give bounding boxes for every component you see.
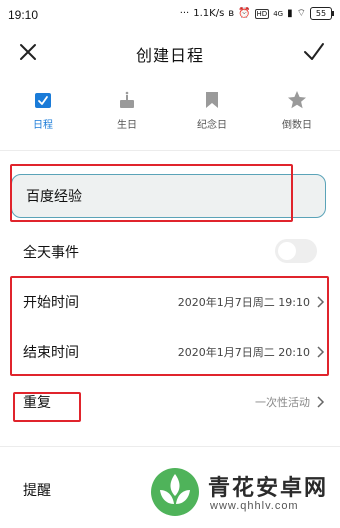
wifi-icon: ⌔	[296, 8, 306, 19]
bluetooth-icon: ʙ	[228, 8, 235, 19]
start-time-value: 2020年1月7日周二 19:10	[177, 296, 310, 309]
hd-icon: HD	[254, 8, 270, 19]
divider	[0, 446, 340, 447]
all-day-label: 全天事件	[23, 245, 79, 261]
tab-label: 倒数日	[282, 120, 312, 131]
divider	[0, 150, 340, 151]
network-speed: 1.1K/s	[193, 8, 225, 19]
tab-anniversary[interactable]: 纪念日	[172, 86, 252, 134]
watermark-name: 青花安卓网	[208, 476, 329, 501]
status-bar: 19:10 ··· 1.1K/s ʙ ⏰ HD 4G ▮ ⌔ 55	[0, 0, 340, 30]
page-title: 创建日程	[135, 46, 204, 65]
tab-birthday[interactable]: 生日	[87, 86, 167, 134]
reminder-label: 提醒	[23, 483, 51, 499]
all-day-toggle[interactable]	[275, 239, 317, 263]
start-time-row[interactable]: 开始时间 2020年1月7日周二 19:10	[0, 284, 340, 320]
signal-icon: ▮	[287, 8, 293, 19]
repeat-value: 一次性活动	[255, 396, 310, 409]
dots-icon: ···	[179, 8, 190, 19]
event-name-input[interactable]	[24, 175, 308, 217]
network-type: 4G	[273, 9, 284, 18]
repeat-label: 重复	[23, 395, 51, 411]
event-name-field[interactable]	[11, 174, 326, 218]
event-type-tabs: 日程 生日 纪念日 倒数日	[0, 86, 340, 134]
battery-icon: 55	[310, 7, 334, 20]
end-time-value: 2020年1月7日周二 20:10	[177, 346, 310, 359]
tab-label: 日程	[33, 120, 53, 131]
watermark-logo-icon	[151, 468, 199, 516]
start-time-label: 开始时间	[23, 295, 79, 311]
status-time: 19:10	[8, 8, 39, 22]
all-day-row[interactable]: 全天事件	[0, 234, 340, 270]
tab-schedule[interactable]: 日程	[3, 86, 83, 134]
chevron-right-icon	[317, 396, 325, 408]
bookmark-icon	[206, 92, 218, 108]
alarm-icon: ⏰	[238, 8, 251, 19]
tab-label: 生日	[117, 120, 137, 131]
title-bar: 创建日程	[0, 30, 340, 74]
calendar-check-icon	[35, 93, 51, 108]
status-icons: ··· 1.1K/s ʙ ⏰ HD 4G ▮ ⌔ 55	[179, 7, 334, 20]
chevron-right-icon	[317, 296, 325, 308]
watermark: 青花安卓网 www.qhhlv.com	[146, 462, 336, 524]
end-time-label: 结束时间	[23, 345, 79, 361]
watermark-url: www.qhhlv.com	[210, 500, 299, 512]
star-icon	[288, 91, 306, 109]
repeat-row[interactable]: 重复 一次性活动	[0, 384, 340, 420]
tab-label: 纪念日	[197, 120, 227, 131]
confirm-icon[interactable]	[302, 40, 326, 64]
cake-icon	[120, 91, 134, 108]
tab-countdown[interactable]: 倒数日	[257, 86, 337, 134]
end-time-row[interactable]: 结束时间 2020年1月7日周二 20:10	[0, 334, 340, 370]
chevron-right-icon	[317, 346, 325, 358]
toggle-knob	[278, 242, 296, 260]
